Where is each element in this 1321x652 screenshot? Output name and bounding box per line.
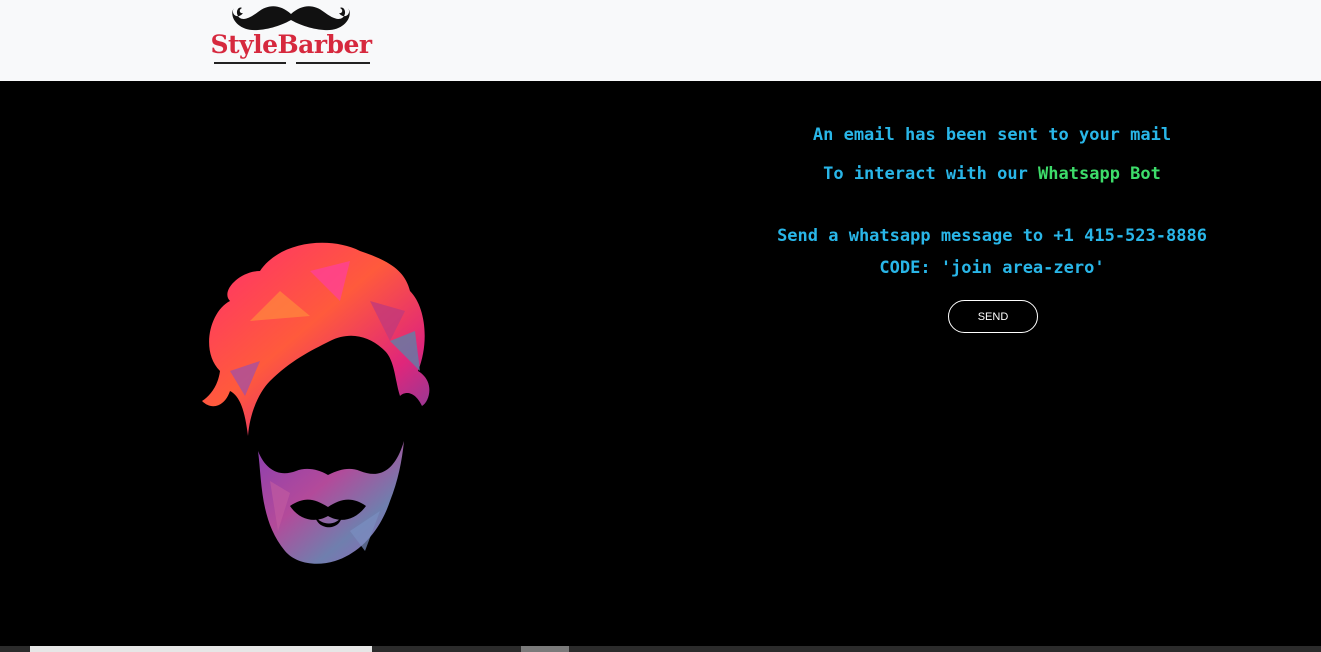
whatsapp-bot-highlight: Whatsapp Bot bbox=[1038, 164, 1161, 184]
info-panel: An email has been sent to your mail To i… bbox=[662, 119, 1321, 284]
logo-underline-left bbox=[214, 62, 286, 64]
horizontal-scrollbar[interactable] bbox=[0, 646, 1321, 652]
send-instruction: Send a whatsapp message to +1 415-523-88… bbox=[777, 226, 1207, 246]
logo-underline-right bbox=[296, 62, 370, 64]
email-notice: An email has been sent to your mail bbox=[812, 125, 1172, 145]
code-line: CODE: 'join area-zero' bbox=[879, 258, 1105, 278]
scrollbar-thumb[interactable] bbox=[521, 646, 569, 652]
bearded-man-head-icon bbox=[190, 231, 450, 575]
interact-prefix: To interact with our bbox=[823, 164, 1039, 184]
logo-text: StyleBarber bbox=[210, 30, 372, 59]
main-section: An email has been sent to your mail To i… bbox=[0, 81, 1321, 646]
header: StyleBarber bbox=[0, 0, 1321, 81]
interact-line: To interact with our Whatsapp Bot bbox=[662, 158, 1321, 190]
logo[interactable]: StyleBarber bbox=[208, 2, 374, 68]
scrollbar-track-segment bbox=[30, 646, 372, 652]
send-button[interactable]: SEND bbox=[948, 300, 1038, 333]
